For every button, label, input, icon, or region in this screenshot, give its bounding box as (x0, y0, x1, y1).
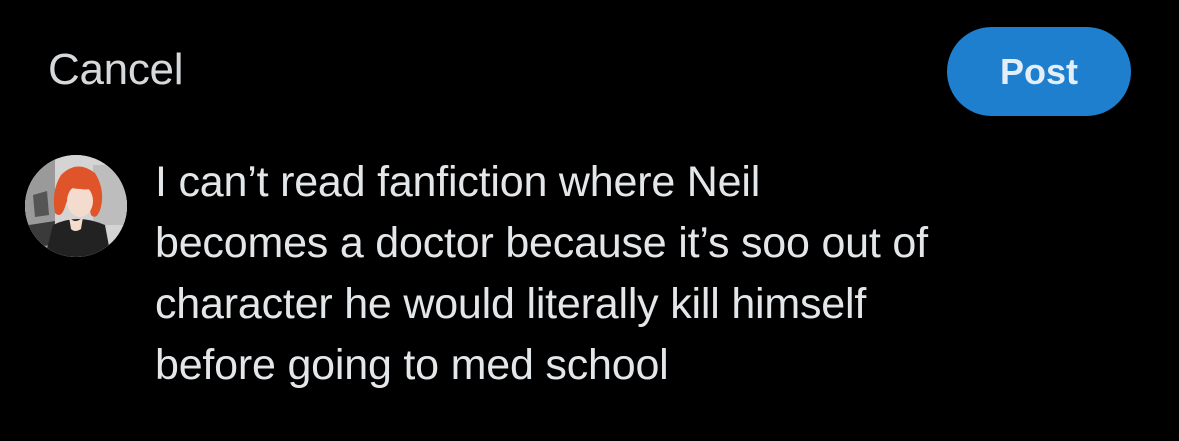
cancel-button[interactable]: Cancel (48, 44, 183, 96)
post-button[interactable]: Post (947, 27, 1131, 116)
avatar-photo-icon (25, 155, 127, 257)
user-avatar[interactable] (25, 155, 127, 257)
tweet-text[interactable]: I can’t read fanfiction where Neil becom… (155, 152, 1165, 396)
